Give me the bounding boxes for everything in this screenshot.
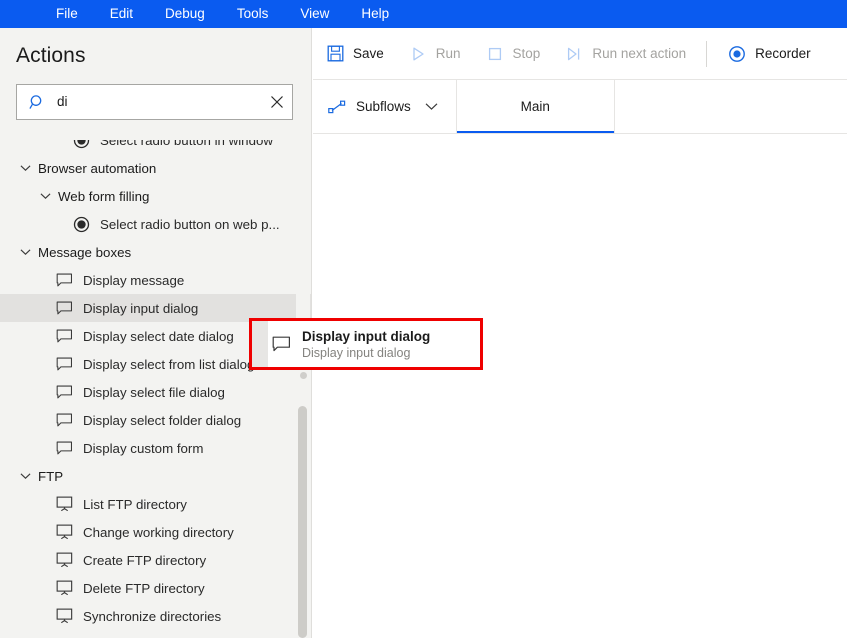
tree-item-label: List FTP directory [83, 496, 187, 512]
save-label: Save [353, 46, 384, 61]
message-box-icon [55, 355, 73, 373]
tree-group-web-form-filling[interactable]: Web form filling [0, 182, 311, 210]
message-box-icon [55, 271, 73, 289]
menu-bar: File Edit Debug Tools View Help [0, 0, 847, 28]
monitor-icon [55, 579, 73, 597]
message-box-icon [55, 327, 73, 345]
tree-item-label: Delete FTP directory [83, 580, 205, 596]
run-button[interactable]: Run [396, 28, 473, 80]
run-next-action-label: Run next action [592, 46, 687, 61]
chevron-down-icon[interactable] [18, 245, 32, 259]
tree-item-select-radio-button-in-window[interactable]: Select radio button in window [0, 140, 311, 154]
message-box-icon [55, 439, 73, 457]
actions-tree[interactable]: Select radio button in window Browser aut… [0, 140, 311, 638]
chevron-down-icon[interactable] [18, 469, 32, 483]
drag-preview-title: Display input dialog [302, 328, 431, 344]
tree-item-display-select-file-dialog[interactable]: Display select file dialog [0, 378, 311, 406]
drag-preview-subtitle: Display input dialog [302, 345, 411, 360]
scroll-indicator-dot [300, 372, 307, 379]
run-label: Run [435, 46, 461, 61]
tree-item-display-custom-form[interactable]: Display custom form [0, 434, 311, 462]
toolbar-divider [706, 40, 708, 67]
tab-main-label: Main [520, 99, 550, 114]
tree-item-label: Select radio button on web p... [100, 216, 280, 232]
tree-item-display-select-folder-dialog[interactable]: Display select folder dialog [0, 406, 311, 434]
chevron-down-icon[interactable] [425, 102, 438, 111]
tree-item-delete-ftp-directory[interactable]: Delete FTP directory [0, 574, 311, 602]
record-icon [727, 44, 747, 64]
chevron-down-icon[interactable] [38, 189, 52, 203]
subflows-icon [327, 97, 347, 117]
search-box[interactable] [16, 84, 293, 120]
run-next-action-button[interactable]: Run next action [552, 28, 698, 80]
tree-item-label: Display select folder dialog [83, 412, 242, 428]
search-input[interactable] [57, 92, 262, 112]
subflows-label: Subflows [356, 99, 411, 114]
tree-item-label: Display select from list dialog [83, 356, 255, 372]
tree-group-ftp[interactable]: FTP [0, 462, 311, 490]
tree-group-message-boxes[interactable]: Message boxes [0, 238, 311, 266]
stop-button[interactable]: Stop [473, 28, 553, 80]
menu-item-tools[interactable]: Tools [221, 0, 285, 28]
tree-group-label: FTP [38, 468, 64, 484]
tree-item-label: Display select date dialog [83, 328, 234, 344]
menu-item-help[interactable]: Help [345, 0, 405, 28]
tree-item-change-working-directory[interactable]: Change working directory [0, 518, 311, 546]
tree-item-label: Synchronize directories [83, 608, 222, 624]
sidebar-scrollbar[interactable] [296, 140, 310, 638]
drag-preview-card[interactable]: Display input dialog Display input dialo… [249, 318, 483, 370]
message-box-icon [55, 411, 73, 429]
tree-group-label: Message boxes [38, 244, 132, 260]
message-box-icon [55, 299, 73, 317]
toolbar: Save Run Stop Run next action Recorder [313, 28, 847, 80]
subflows-button[interactable]: Subflows [313, 80, 457, 133]
tree-item-label: Display select file dialog [83, 384, 225, 400]
tree-item-label: Create FTP directory [83, 552, 207, 568]
app-window: File Edit Debug Tools View Help Actions [0, 0, 847, 638]
page-title: Actions [16, 44, 86, 67]
stop-icon [485, 44, 505, 64]
play-icon [408, 44, 428, 64]
tree-item-display-message[interactable]: Display message [0, 266, 311, 294]
close-icon[interactable] [262, 85, 292, 119]
monitor-icon [55, 607, 73, 625]
tree-item-label: Display message [83, 272, 185, 288]
recorder-label: Recorder [755, 46, 811, 61]
radio-button-icon [72, 215, 90, 233]
recorder-button[interactable]: Recorder [715, 28, 823, 80]
search-icon [27, 92, 47, 112]
tree-item-select-radio-button-on-web-p[interactable]: Select radio button on web p... [0, 210, 311, 238]
tree-group-browser-automation[interactable]: Browser automation [0, 154, 311, 182]
tree-item-create-ftp-directory[interactable]: Create FTP directory [0, 546, 311, 574]
message-box-icon [268, 321, 294, 367]
scrollbar-thumb[interactable] [298, 406, 307, 638]
drag-preview-gutter [252, 321, 268, 367]
drag-preview-text: Display input dialog Display input dialo… [302, 328, 430, 361]
tab-strip: Subflows Main [313, 80, 847, 134]
tree-group-label: Browser automation [38, 160, 157, 176]
menu-item-debug[interactable]: Debug [149, 0, 221, 28]
message-box-icon [55, 383, 73, 401]
monitor-icon [55, 523, 73, 541]
flow-canvas[interactable] [313, 135, 847, 638]
menu-item-edit[interactable]: Edit [94, 0, 149, 28]
tree-item-label: Display custom form [83, 440, 204, 456]
chevron-down-icon[interactable] [18, 161, 32, 175]
tab-main[interactable]: Main [456, 80, 615, 133]
menu-item-file[interactable]: File [40, 0, 94, 28]
monitor-icon [55, 551, 73, 569]
save-icon [325, 44, 345, 64]
tree-item-synchronize-directories[interactable]: Synchronize directories [0, 602, 311, 630]
menu-item-view[interactable]: View [284, 0, 345, 28]
tree-item-label: Display input dialog [83, 300, 199, 316]
stop-label: Stop [512, 46, 541, 61]
save-button[interactable]: Save [313, 28, 396, 80]
tree-item-label: Change working directory [83, 524, 234, 540]
tree-item-list-ftp-directory[interactable]: List FTP directory [0, 490, 311, 518]
step-over-icon [564, 44, 584, 64]
tree-item-label: Select radio button in window [100, 140, 273, 148]
monitor-icon [55, 495, 73, 513]
tree-group-label: Web form filling [58, 188, 150, 204]
radio-button-icon [72, 140, 90, 149]
